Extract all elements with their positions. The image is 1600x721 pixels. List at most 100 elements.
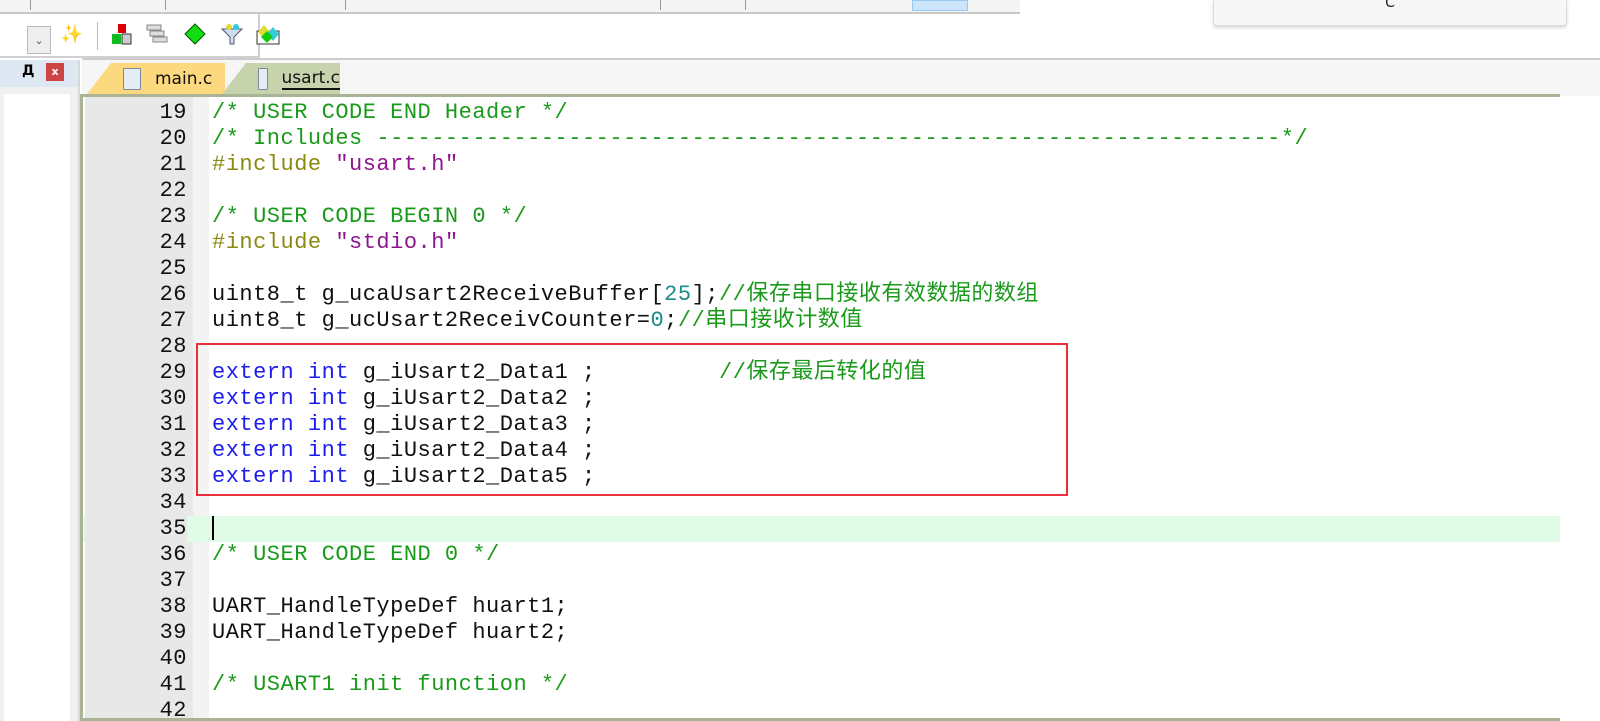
code-token: int <box>307 386 350 411</box>
code-line[interactable]: 42 <box>83 698 1560 721</box>
code-line[interactable]: 36 /* USER CODE END 0 */ <box>83 542 1560 568</box>
code-line[interactable]: 34 <box>83 490 1560 516</box>
manage-components-icon[interactable] <box>110 22 134 46</box>
pin-icon[interactable]: Д <box>22 63 34 79</box>
code-token: int <box>307 412 350 437</box>
code-line[interactable]: 30 extern int g_iUsart2_Data2 ; <box>83 386 1560 412</box>
code-line[interactable]: 22 <box>83 178 1560 204</box>
code-token: ]; <box>691 282 719 307</box>
code-token: g_iUsart2_Data4 ; <box>349 438 596 463</box>
code-token: extern <box>212 438 295 463</box>
close-icon[interactable]: x <box>46 63 64 81</box>
line-number: 27 <box>159 308 187 333</box>
code-line[interactable]: 41 /* USART1 init function */ <box>83 672 1560 698</box>
code-lines: 19 /* USER CODE END Header */ 20 /* Include… <box>83 100 1560 721</box>
toolbar-separator <box>165 0 166 10</box>
code-token: extern <box>212 412 295 437</box>
code-token: g_iUsart2_Data5 ; <box>349 464 596 489</box>
line-number: 26 <box>159 282 187 307</box>
tab-main-c[interactable]: main.c <box>87 63 225 94</box>
line-number: 42 <box>159 698 187 721</box>
configure-wizard-icon[interactable]: ✨ <box>60 22 84 46</box>
toolbar-separator <box>345 0 346 10</box>
code-line[interactable]: 40 <box>83 646 1560 672</box>
code-token: /* USART1 init function */ <box>212 672 569 697</box>
code-token: UART_HandleTypeDef huart2; <box>212 620 569 645</box>
line-number: 25 <box>159 256 187 281</box>
filter-icon[interactable] <box>220 22 244 46</box>
code-line[interactable]: 31 extern int g_iUsart2_Data3 ; <box>83 412 1560 438</box>
code-line[interactable]: 24 #include "stdio.h" <box>83 230 1560 256</box>
code-token: extern <box>212 360 295 385</box>
line-number: 36 <box>159 542 187 567</box>
code-line[interactable]: 27 uint8_t g_ucUsart2ReceivCounter=0;//串口… <box>83 308 1560 334</box>
line-number: 29 <box>159 360 187 385</box>
code-token: #include <box>212 152 336 177</box>
line-number: 31 <box>159 412 187 437</box>
line-number: 22 <box>159 178 187 203</box>
code-line[interactable]: 39 UART_HandleTypeDef huart2; <box>83 620 1560 646</box>
code-token: /* Includes ----------------------------… <box>212 126 1309 151</box>
code-token: g_iUsart2_Data2 ; <box>349 386 596 411</box>
toolbar-separator <box>745 0 746 10</box>
line-code: uint8_t g_ucUsart2ReceivCounter=0;//串口接收… <box>212 308 863 334</box>
code-token: "usart.h" <box>335 152 459 177</box>
code-token: 25 <box>664 282 692 307</box>
toggle-button[interactable] <box>912 0 968 11</box>
dropdown-icon[interactable]: ⌄ <box>27 26 51 54</box>
code-token: /* USER CODE END Header */ <box>212 100 569 125</box>
code-line[interactable]: 25 <box>83 256 1560 282</box>
code-line[interactable]: 20 /* Includes --------------------------… <box>83 126 1560 152</box>
file-icon <box>123 67 141 90</box>
line-number: 37 <box>159 568 187 593</box>
code-token: 0 <box>650 308 665 333</box>
project-panel-header: Д x <box>0 60 78 87</box>
code-token: extern <box>212 386 295 411</box>
code-token: //保存串口接收有效数据的数组 <box>718 282 1039 307</box>
tab-usart-c[interactable]: usart.c <box>222 63 340 94</box>
code-line[interactable]: 33 extern int g_iUsart2_Data5 ; <box>83 464 1560 490</box>
line-number: 20 <box>159 126 187 151</box>
code-line[interactable]: 29 extern int g_iUsart2_Data1 ; //保存最后转化的… <box>83 360 1560 386</box>
code-token: g_iUsart2_Data3 ; <box>349 412 596 437</box>
select-packs-icon[interactable] <box>145 22 169 46</box>
code-line[interactable]: 19 /* USER CODE END Header */ <box>83 100 1560 126</box>
line-code: extern int g_iUsart2_Data1 ; //保存最后转化的值 <box>212 360 926 386</box>
line-number: 32 <box>159 438 187 463</box>
pack-installer-icon[interactable] <box>183 22 207 46</box>
line-number: 33 <box>159 464 187 489</box>
tab-label: usart.c <box>281 67 340 90</box>
line-code: extern int g_iUsart2_Data3 ; <box>212 412 596 438</box>
code-token: int <box>307 360 350 385</box>
main-toolbar <box>0 0 1020 14</box>
editor-tab-bar: main.c usart.c <box>82 58 1600 96</box>
code-line[interactable]: 26 uint8_t g_ucaUsart2ReceiveBuffer[25];/… <box>83 282 1560 308</box>
line-code <box>212 516 214 542</box>
code-editor[interactable]: 19 /* USER CODE END Header */ 20 /* Include… <box>80 94 1560 721</box>
code-line[interactable]: 23 /* USER CODE BEGIN 0 */ <box>83 204 1560 230</box>
code-token: ; <box>664 308 678 333</box>
file-icon <box>258 67 268 90</box>
code-line[interactable]: 35 <box>83 516 1560 542</box>
line-code: extern int g_iUsart2_Data4 ; <box>212 438 596 464</box>
line-code: #include "stdio.h" <box>212 230 459 256</box>
code-line[interactable]: 28 <box>83 334 1560 360</box>
code-line[interactable]: 21 #include "usart.h" <box>83 152 1560 178</box>
line-code: UART_HandleTypeDef huart2; <box>212 620 568 646</box>
code-line[interactable]: 32 extern int g_iUsart2_Data4 ; <box>83 438 1560 464</box>
code-token: g_iUsart2_Data1 ; <box>349 360 719 385</box>
code-token: //串口接收计数值 <box>677 308 863 333</box>
code-line[interactable]: 37 <box>83 568 1560 594</box>
line-code: UART_HandleTypeDef huart1; <box>212 594 568 620</box>
event-recorder-icon[interactable] <box>256 22 280 46</box>
line-code: /* USER CODE END Header */ <box>212 100 568 126</box>
line-code: /* USER CODE BEGIN 0 */ <box>212 204 527 230</box>
code-line[interactable]: 38 UART_HandleTypeDef huart1; <box>83 594 1560 620</box>
code-token: uint8_t g_ucaUsart2ReceiveBuffer[ <box>212 282 665 307</box>
code-token: #include <box>212 230 336 255</box>
line-code: /* USER CODE END 0 */ <box>212 542 500 568</box>
project-tree[interactable] <box>4 94 70 721</box>
